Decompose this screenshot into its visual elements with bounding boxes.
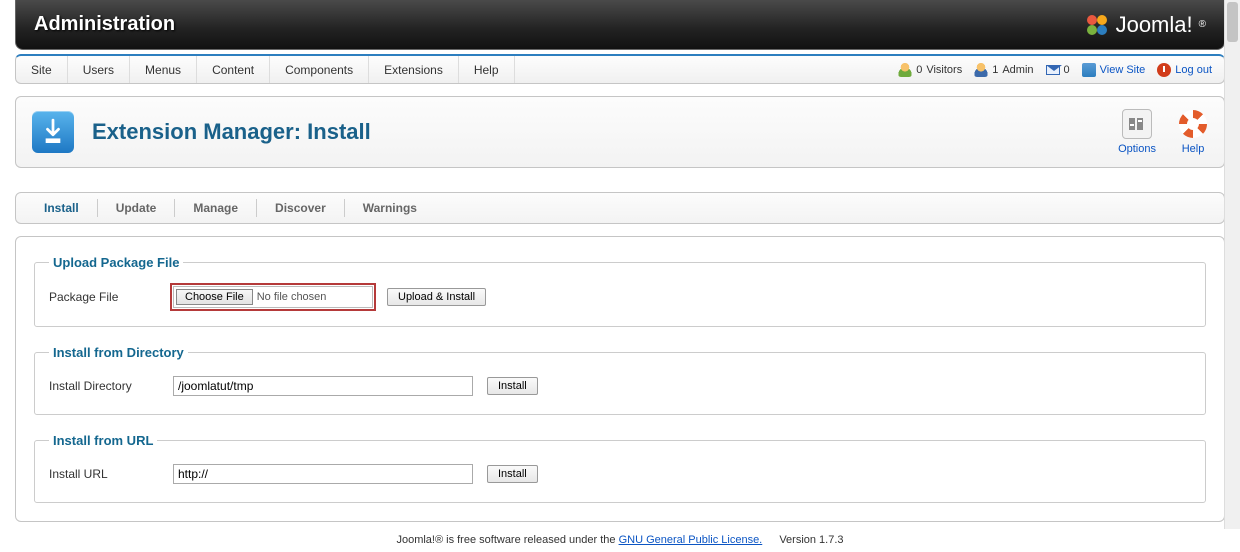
install-directory-section: Install from Directory Install Directory… (34, 345, 1206, 415)
page-title: Extension Manager: Install (92, 119, 371, 145)
brand-logo: Joomla! ® (1084, 12, 1206, 38)
content-box: Upload Package File Package File Choose … (15, 236, 1225, 522)
footer-text: Joomla!® is free software released under… (396, 534, 618, 546)
menu-site[interactable]: Site (16, 56, 68, 83)
tab-warnings[interactable]: Warnings (345, 199, 435, 217)
status-messages[interactable]: 0 (1046, 64, 1070, 76)
subtabs-box: Install Update Manage Discover Warnings (15, 192, 1225, 224)
subtabs: Install Update Manage Discover Warnings (26, 199, 1214, 217)
mail-icon (1046, 65, 1060, 75)
directory-legend: Install from Directory (49, 345, 188, 360)
messages-count: 0 (1064, 64, 1070, 76)
upload-legend: Upload Package File (49, 255, 183, 270)
install-url-button[interactable]: Install (487, 465, 538, 483)
toolbar-help[interactable]: Help (1178, 109, 1208, 155)
install-url-input[interactable] (173, 464, 473, 484)
version-text: Version 1.7.3 (779, 534, 843, 546)
home-icon (1082, 63, 1096, 77)
status-visitors[interactable]: 0 Visitors (898, 63, 962, 77)
admins-icon (974, 63, 988, 77)
footer: Joomla!® is free software released under… (15, 534, 1225, 552)
extension-install-icon (32, 111, 74, 153)
menu-content[interactable]: Content (197, 56, 270, 83)
package-file-label: Package File (49, 290, 159, 304)
scrollbar[interactable] (1224, 0, 1240, 529)
install-url-label: Install URL (49, 467, 159, 481)
logout-icon (1157, 63, 1171, 77)
main-menu: Site Users Menus Content Components Exte… (16, 56, 515, 83)
install-url-section: Install from URL Install URL Install (34, 433, 1206, 503)
choose-file-button[interactable]: Choose File (176, 289, 253, 305)
status-area: 0 Visitors 1 Admin 0 View Site Log out (898, 56, 1224, 83)
package-file-input[interactable]: Choose File No file chosen (173, 286, 373, 308)
tab-discover[interactable]: Discover (257, 199, 345, 217)
brand-text: Joomla! (1116, 12, 1193, 38)
menu-components[interactable]: Components (270, 56, 369, 83)
tab-update[interactable]: Update (98, 199, 176, 217)
banner-title: Administration (34, 13, 175, 36)
joomla-icon (1084, 12, 1110, 38)
toolbar-options[interactable]: Options (1118, 109, 1156, 155)
visitors-icon (898, 63, 912, 77)
visitors-label: Visitors (926, 64, 962, 76)
toolbar-help-label: Help (1182, 143, 1205, 155)
tab-manage[interactable]: Manage (175, 199, 257, 217)
logout-label: Log out (1175, 64, 1212, 76)
menubar: Site Users Menus Content Components Exte… (15, 54, 1225, 84)
status-admins[interactable]: 1 Admin (974, 63, 1033, 77)
install-directory-input[interactable] (173, 376, 473, 396)
toolbar: Options Help (1118, 109, 1208, 155)
menu-extensions[interactable]: Extensions (369, 56, 459, 83)
install-directory-button[interactable]: Install (487, 377, 538, 395)
view-site-link[interactable]: View Site (1082, 63, 1146, 77)
admins-count: 1 (992, 64, 998, 76)
admin-banner: Administration Joomla! ® (15, 0, 1225, 50)
url-legend: Install from URL (49, 433, 157, 448)
visitors-count: 0 (916, 64, 922, 76)
tab-install[interactable]: Install (26, 199, 98, 217)
upload-package-section: Upload Package File Package File Choose … (34, 255, 1206, 327)
page-header: Extension Manager: Install Options Help (15, 96, 1225, 168)
options-icon (1122, 109, 1152, 139)
menu-menus[interactable]: Menus (130, 56, 197, 83)
menu-users[interactable]: Users (68, 56, 130, 83)
admins-label: Admin (1002, 64, 1033, 76)
help-icon (1178, 109, 1208, 139)
install-directory-label: Install Directory (49, 379, 159, 393)
view-site-label: View Site (1100, 64, 1146, 76)
chosen-file-name: No file chosen (257, 291, 327, 303)
trademark: ® (1199, 19, 1206, 30)
toolbar-options-label: Options (1118, 143, 1156, 155)
menu-help[interactable]: Help (459, 56, 515, 83)
logout-link[interactable]: Log out (1157, 63, 1212, 77)
upload-install-button[interactable]: Upload & Install (387, 288, 486, 306)
license-link[interactable]: GNU General Public License. (619, 534, 763, 546)
